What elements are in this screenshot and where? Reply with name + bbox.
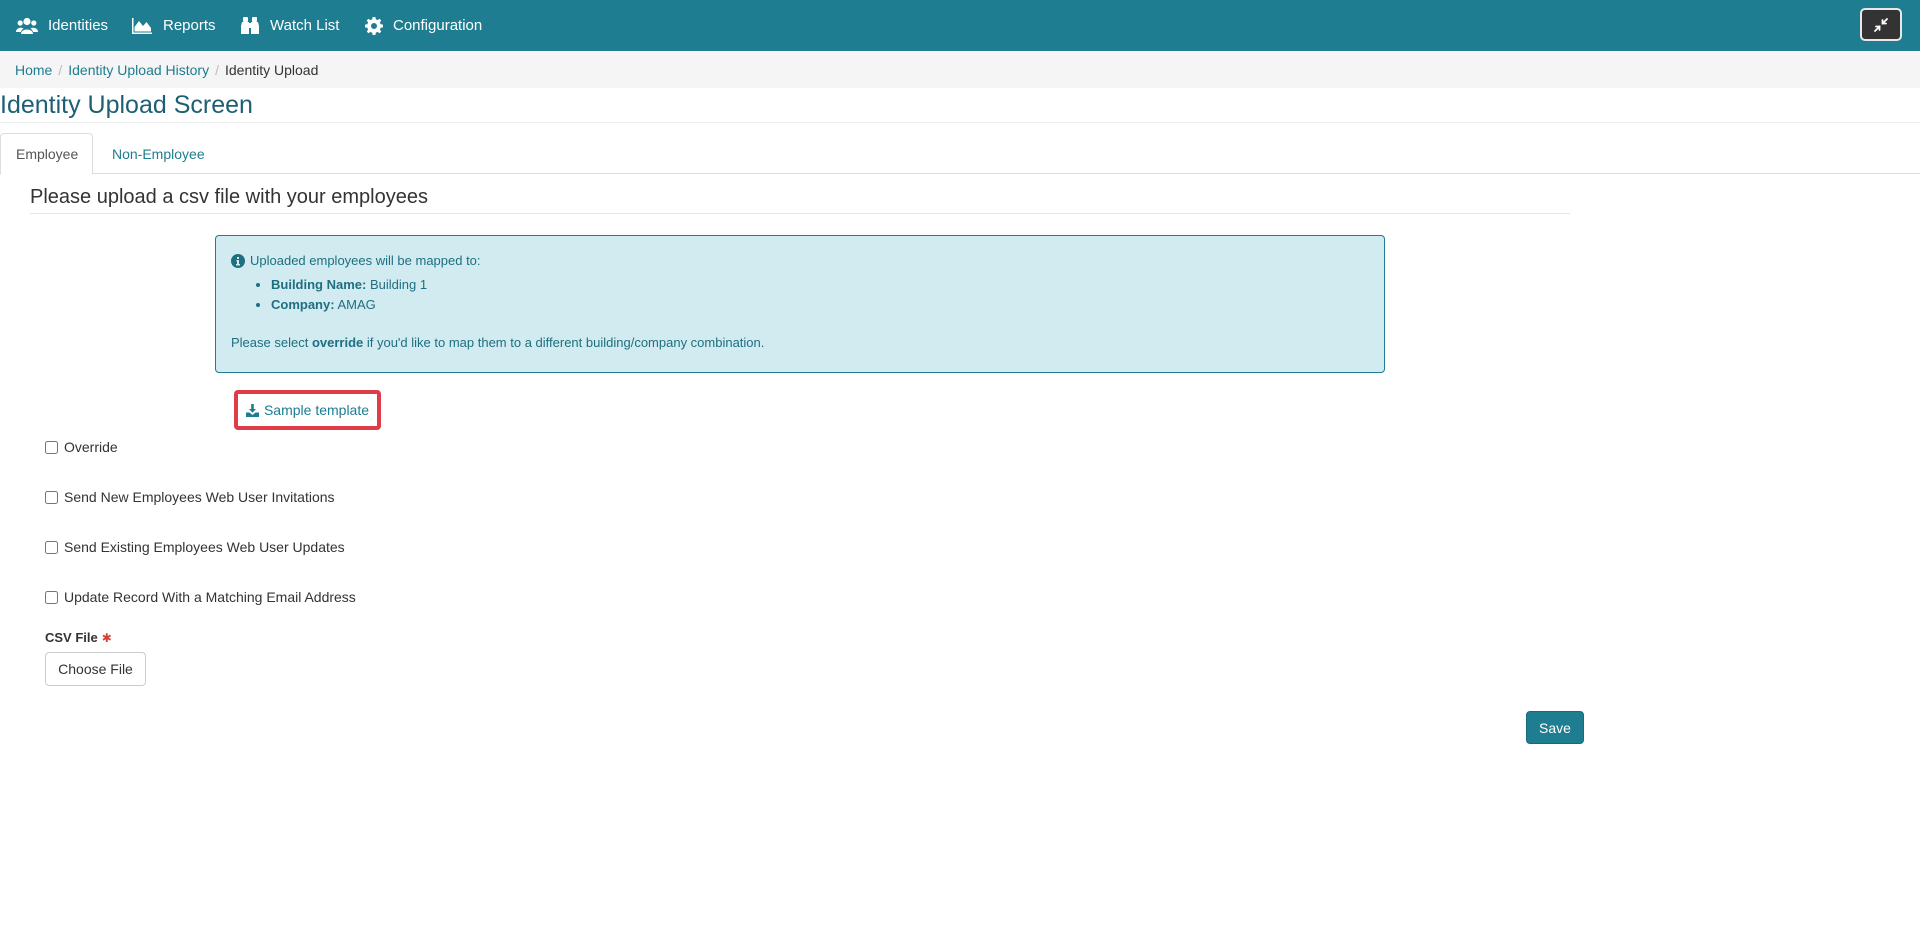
update-matching-email-checkbox[interactable] (45, 590, 58, 604)
send-new-invitations-checkbox[interactable] (45, 490, 58, 504)
alert-footer-text: Please select (231, 335, 312, 350)
users-icon (16, 17, 38, 34)
override-option: Override (45, 439, 118, 455)
send-existing-updates-option: Send Existing Employees Web User Updates (45, 539, 345, 555)
binoculars-icon (241, 16, 259, 34)
nav-reports-label: Reports (163, 17, 216, 34)
nav-watch-list[interactable]: Watch List (240, 0, 339, 51)
sample-template-button[interactable]: Sample template (234, 390, 381, 430)
tab-employee[interactable]: Employee (0, 133, 93, 175)
breadcrumb-separator: / (58, 62, 63, 78)
compress-icon (1874, 17, 1888, 32)
update-matching-email-option: Update Record With a Matching Email Addr… (45, 589, 356, 605)
company-value: AMAG (337, 297, 376, 312)
list-item: Company: AMAG (271, 295, 1369, 315)
page-title: Identity Upload Screen (0, 91, 253, 119)
area-chart-icon (132, 17, 152, 34)
nav-configuration[interactable]: Configuration (365, 0, 482, 51)
send-new-invitations-option: Send New Employees Web User Invitations (45, 489, 335, 505)
choose-file-button[interactable]: Choose File (45, 652, 146, 686)
alert-footer: Please select override if you'd like to … (231, 335, 1369, 351)
info-alert: Uploaded employees will be mapped to: Bu… (215, 235, 1385, 373)
breadcrumb-home[interactable]: Home (15, 62, 52, 78)
required-asterisk-icon: ✱ (101, 630, 112, 645)
send-new-invitations-label: Send New Employees Web User Invitations (64, 489, 335, 505)
breadcrumb-upload-history[interactable]: Identity Upload History (68, 62, 209, 78)
override-keyword: override (311, 335, 364, 350)
download-icon (245, 403, 259, 417)
override-label: Override (64, 439, 118, 455)
info-circle-icon (231, 254, 245, 268)
save-button[interactable]: Save (1526, 711, 1584, 744)
top-navbar: Identities Reports Watch List Configurat… (0, 0, 1920, 51)
send-existing-updates-checkbox[interactable] (45, 540, 58, 554)
nav-identities-label: Identities (48, 17, 109, 34)
send-existing-updates-label: Send Existing Employees Web User Updates (64, 539, 345, 555)
tab-bar: Employee Non-Employee (0, 133, 1920, 175)
section-heading: Please upload a csv file with your emplo… (30, 186, 428, 208)
list-item: Building Name: Building 1 (271, 275, 1369, 295)
section-divider (30, 213, 1570, 214)
sample-template-label: Sample template (263, 402, 370, 418)
nav-configuration-label: Configuration (393, 17, 483, 34)
company-label: Company: (271, 297, 335, 312)
mapping-list: Building Name: Building 1 Company: AMAG (231, 275, 1369, 315)
title-divider (0, 122, 1920, 123)
collapse-button[interactable] (1860, 8, 1902, 41)
override-checkbox[interactable] (45, 440, 58, 454)
building-name-value: Building 1 (369, 277, 428, 292)
gear-icon (365, 16, 383, 35)
csv-file-label: CSV File ✱ (45, 630, 112, 645)
csv-file-label-text: CSV File (45, 630, 98, 645)
breadcrumb: Home / Identity Upload History / Identit… (0, 52, 1920, 88)
breadcrumb-separator: / (215, 62, 219, 78)
breadcrumb-current: Identity Upload (224, 62, 319, 78)
nav-reports[interactable]: Reports (131, 0, 216, 51)
building-name-label: Building Name: (271, 277, 367, 292)
alert-intro-text: Uploaded employees will be mapped to: (250, 253, 481, 268)
alert-intro: Uploaded employees will be mapped to: (231, 253, 1369, 269)
alert-footer-text-end: if you'd like to map them to a different… (363, 335, 765, 350)
tab-non-employee[interactable]: Non-Employee (97, 133, 220, 174)
nav-watch-list-label: Watch List (270, 17, 340, 34)
nav-identities[interactable]: Identities (16, 0, 108, 51)
update-matching-email-label: Update Record With a Matching Email Addr… (64, 589, 356, 605)
